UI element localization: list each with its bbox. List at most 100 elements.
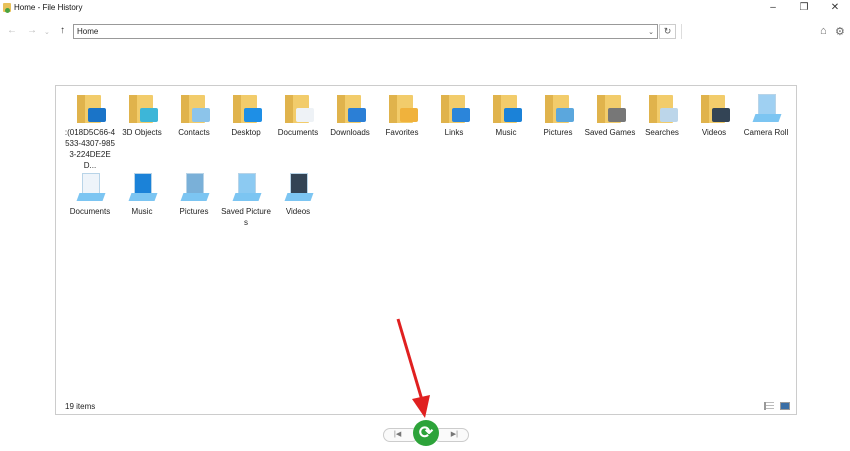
folder-icon [74, 92, 106, 124]
close-button[interactable]: ✕ [828, 1, 842, 15]
folder-overlay-icon [348, 108, 366, 122]
file-item-label: Camera Roll [743, 128, 789, 137]
file-item-label: Desktop [231, 128, 261, 137]
library-icon [750, 92, 782, 124]
folder-icon [646, 92, 678, 124]
library-item-shape [82, 173, 100, 195]
library-item-shape [758, 94, 776, 116]
large-icons-view-icon[interactable] [780, 402, 790, 410]
library-icon [178, 171, 210, 203]
library-icon [282, 171, 314, 203]
library-base-shape [752, 114, 782, 122]
file-item-label: Pictures [543, 128, 573, 137]
up-button[interactable]: ↑ [60, 25, 65, 36]
folder-overlay-icon [608, 108, 626, 122]
folder-overlay-icon [88, 108, 106, 122]
folder-icon [542, 92, 574, 124]
file-item[interactable]: Pictures [532, 92, 584, 138]
folder-icon [178, 92, 210, 124]
folder-overlay-icon [400, 108, 418, 122]
folder-overlay-icon [504, 108, 522, 122]
library-icon [126, 171, 158, 203]
file-item-label: 3D Objects [122, 128, 162, 137]
file-item[interactable]: 3D Objects [116, 92, 168, 138]
library-item-shape [134, 173, 152, 195]
folder-overlay-icon [660, 108, 678, 122]
folder-overlay-icon [712, 108, 730, 122]
file-item-label: Favorites [385, 128, 419, 137]
item-count: 19 items [65, 402, 96, 411]
file-item[interactable]: Favorites [376, 92, 428, 138]
red-arrow-annotation [396, 318, 430, 418]
recent-dropdown-button[interactable]: ⌄ [44, 28, 50, 36]
forward-button[interactable]: → [27, 25, 37, 36]
minimize-button[interactable]: – [766, 1, 780, 15]
folder-icon [126, 92, 158, 124]
file-item[interactable]: Downloads [324, 92, 376, 138]
folder-overlay-icon [296, 108, 314, 122]
restore-button[interactable]: ⟳ [413, 420, 439, 446]
library-item-shape [238, 173, 256, 195]
address-bar[interactable]: Home ⌄ [73, 24, 658, 39]
file-item-label: Downloads [330, 128, 370, 137]
file-item[interactable]: Saved Pictures [220, 171, 272, 228]
file-item-label: Documents [277, 128, 319, 137]
library-base-shape [232, 193, 262, 201]
address-value: Home [77, 27, 99, 36]
file-item-label: Saved Pictures [221, 207, 271, 227]
file-item[interactable]: Searches [636, 92, 688, 138]
folder-icon [386, 92, 418, 124]
file-item[interactable]: Links [428, 92, 480, 138]
file-item[interactable]: Videos [272, 171, 324, 217]
folder-icon [698, 92, 730, 124]
folder-overlay-icon [192, 108, 210, 122]
refresh-button[interactable]: ↻ [659, 24, 676, 39]
file-item[interactable]: Pictures [168, 171, 220, 217]
file-item-label: Pictures [179, 207, 209, 216]
library-icon [230, 171, 262, 203]
file-item-label: Documents [69, 207, 111, 216]
folder-icon [334, 92, 366, 124]
back-button[interactable]: ← [7, 25, 17, 36]
arrow-head [412, 395, 430, 418]
file-item[interactable]: Documents [64, 171, 116, 217]
file-history-icon [3, 3, 11, 13]
home-icon[interactable]: ⌂ [820, 25, 827, 37]
file-item-label: :(018D5C66-4533-4307-9853-224DE2ED... [64, 128, 116, 170]
file-item[interactable]: Music [480, 92, 532, 138]
file-item[interactable]: Camera Roll [740, 92, 792, 138]
folder-overlay-icon [452, 108, 470, 122]
file-item-label: Saved Games [584, 128, 636, 137]
maximize-button[interactable]: ❐ [797, 1, 811, 15]
details-view-icon[interactable] [764, 402, 774, 410]
library-item-shape [186, 173, 204, 195]
folder-overlay-icon [556, 108, 574, 122]
file-item-label: Searches [645, 128, 679, 137]
file-item-label: Videos [285, 207, 311, 216]
window-title: Home - File History [14, 3, 83, 12]
file-item[interactable]: Desktop [220, 92, 272, 138]
file-item[interactable]: Music [116, 171, 168, 217]
file-item[interactable]: Saved Games [584, 92, 636, 138]
file-item-label: Music [131, 207, 153, 216]
folder-icon [594, 92, 626, 124]
address-dropdown-icon[interactable]: ⌄ [648, 28, 654, 36]
folder-icon [230, 92, 262, 124]
library-base-shape [76, 193, 106, 201]
file-item-label: Contacts [178, 128, 210, 137]
settings-gear-icon[interactable]: ⚙ [835, 25, 845, 38]
library-item-shape [290, 173, 308, 195]
file-item[interactable]: Videos [688, 92, 740, 138]
file-item-label: Videos [701, 128, 727, 137]
library-base-shape [284, 193, 314, 201]
file-item-label: Music [495, 128, 517, 137]
folder-icon [438, 92, 470, 124]
file-item[interactable]: :(018D5C66-4533-4307-9853-224DE2ED... [64, 92, 116, 171]
file-item[interactable]: Documents [272, 92, 324, 138]
file-item[interactable]: Contacts [168, 92, 220, 138]
folder-overlay-icon [244, 108, 262, 122]
file-item-label: Links [444, 128, 464, 137]
toolbar-divider [681, 24, 682, 39]
title-bar: Home - File History – ❐ ✕ [0, 0, 850, 16]
library-base-shape [128, 193, 158, 201]
